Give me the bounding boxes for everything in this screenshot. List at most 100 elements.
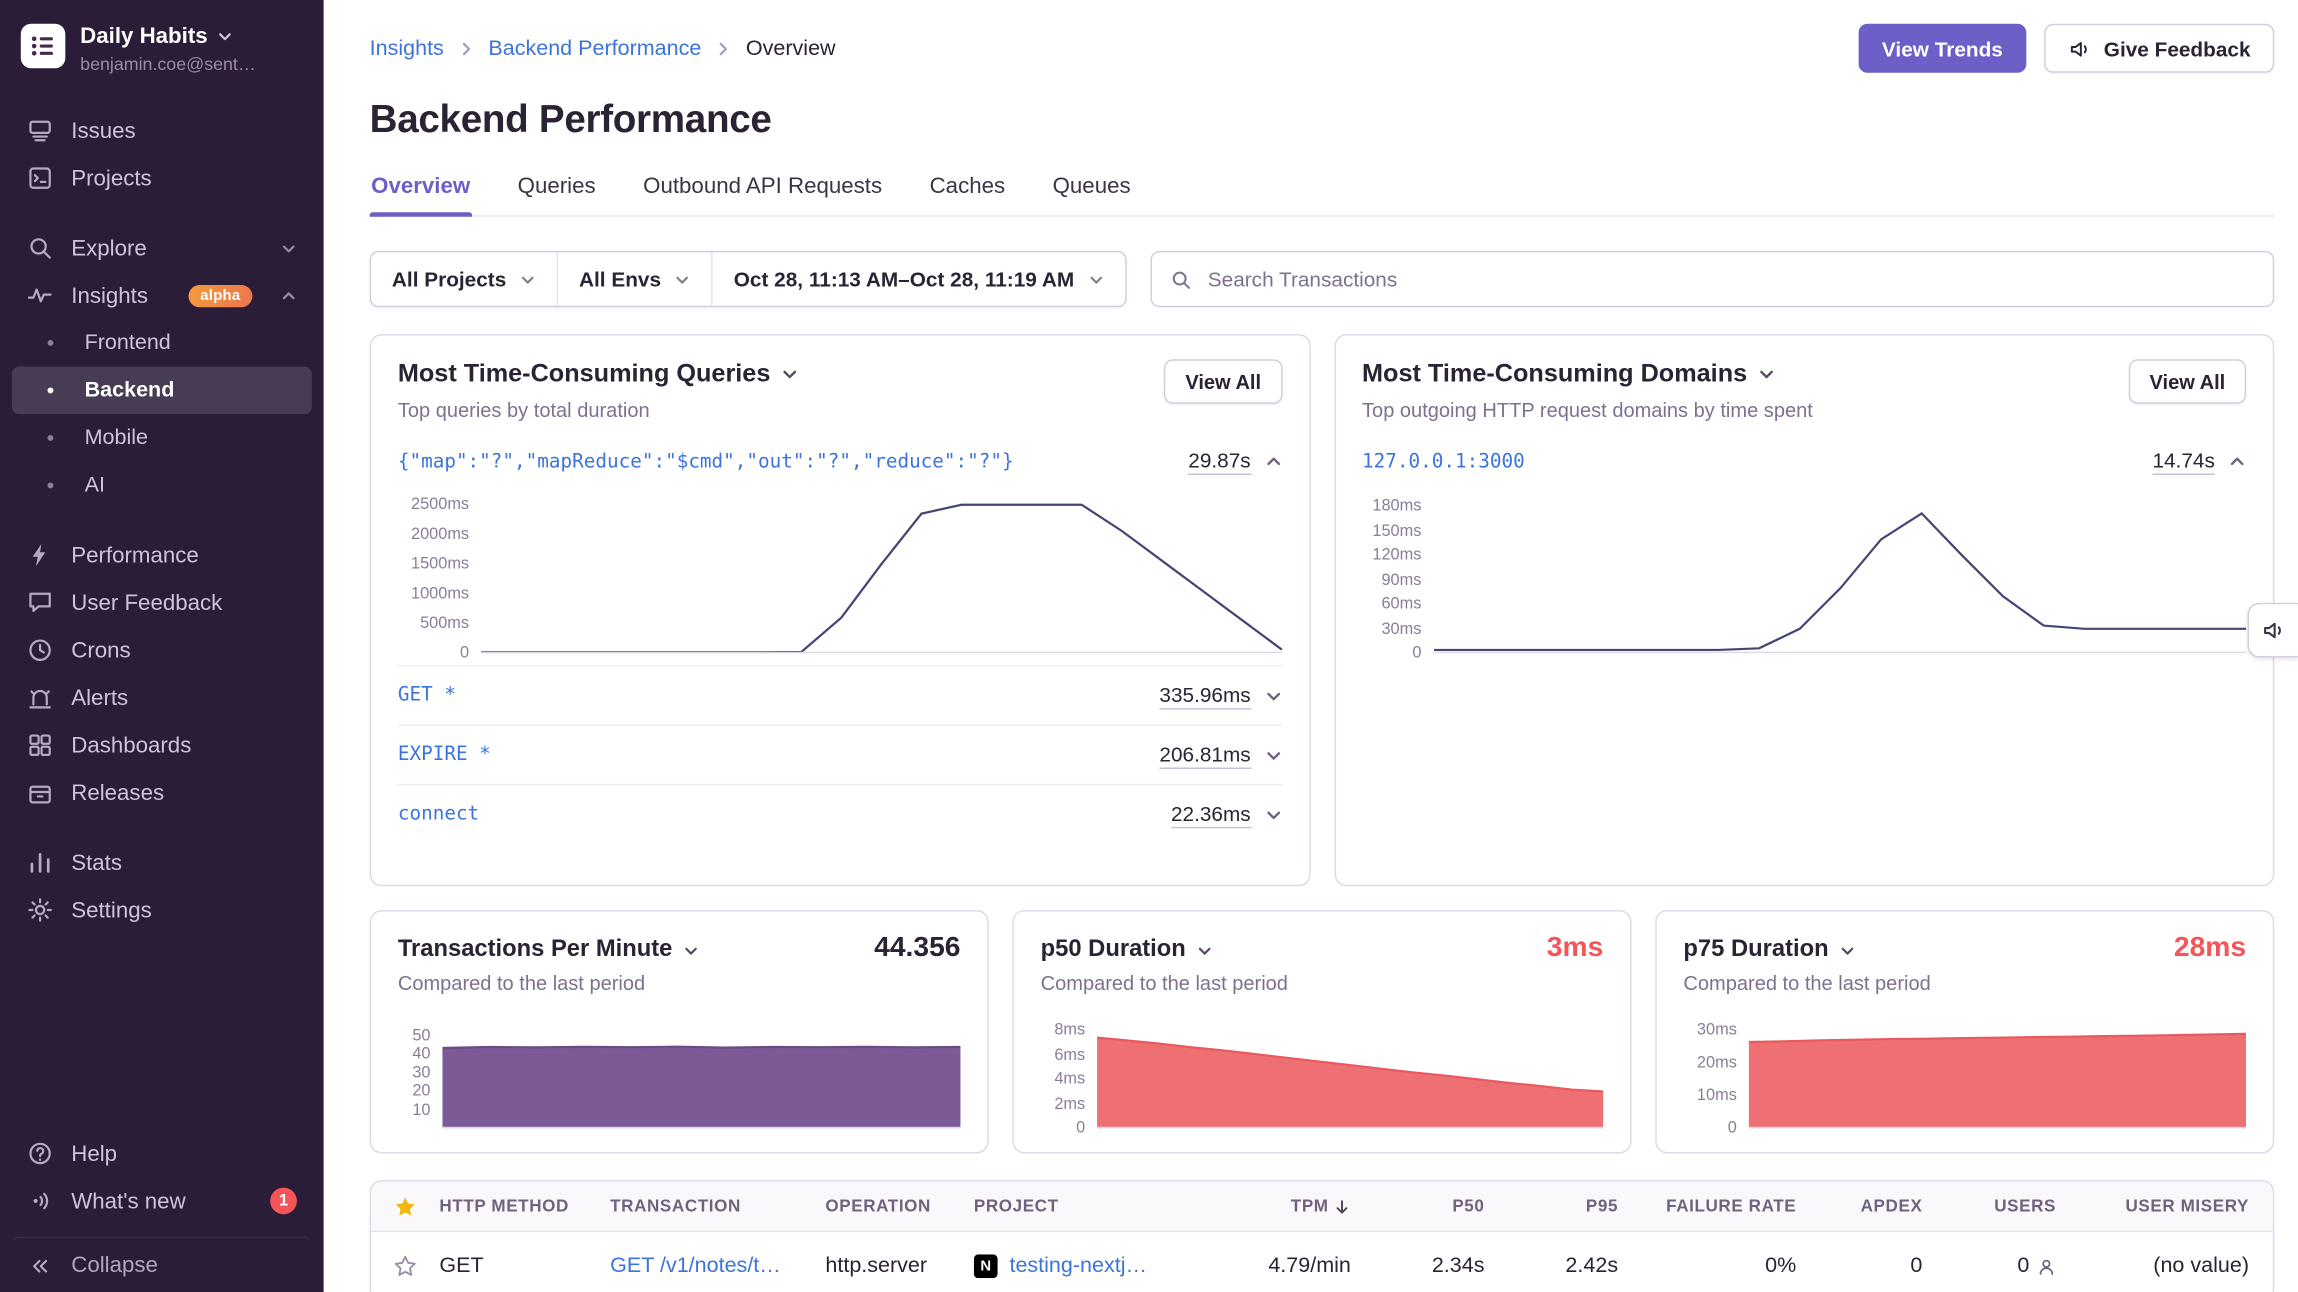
sidebar-item-insights[interactable]: Insights alpha: [12, 272, 312, 320]
query-link[interactable]: {"map":"?","mapReduce":"$cmd","out":"?",…: [398, 451, 1014, 473]
breadcrumb-backend-performance[interactable]: Backend Performance: [488, 36, 701, 60]
sidebar-item-dashboards[interactable]: Dashboards: [12, 721, 312, 769]
sidebar-item-mobile[interactable]: Mobile: [12, 414, 312, 462]
search-transactions[interactable]: [1150, 251, 2274, 307]
header-http-method[interactable]: HTTP METHOD: [439, 1197, 610, 1215]
tpm-chart: 5040302010: [398, 1036, 961, 1128]
query-row[interactable]: connect 22.36ms: [398, 784, 1282, 843]
issues-icon: [27, 117, 54, 144]
queries-view-all-button[interactable]: View All: [1165, 359, 1282, 404]
date-range-filter[interactable]: Oct 28, 11:13 AM–Oct 28, 11:19 AM: [711, 252, 1124, 305]
domains-panel-title[interactable]: Most Time-Consuming Domains: [1362, 359, 1813, 389]
feedback-edge-button[interactable]: [2248, 603, 2298, 658]
header-users[interactable]: USERS: [1946, 1197, 2080, 1215]
tab-overview[interactable]: Overview: [370, 174, 472, 216]
query-row[interactable]: GET * 335.96ms: [398, 665, 1282, 724]
chevron-down-icon: [1758, 365, 1776, 383]
sidebar-item-projects[interactable]: Projects: [12, 154, 312, 202]
sidebar-item-user-feedback[interactable]: User Feedback: [12, 579, 312, 627]
tab-queues[interactable]: Queues: [1051, 174, 1132, 216]
project-link[interactable]: testing-nextj…: [1009, 1254, 1147, 1278]
sidebar-item-frontend[interactable]: Frontend: [12, 319, 312, 367]
p75-chart: 30ms20ms10ms0: [1683, 1030, 2246, 1128]
star-toggle-button[interactable]: [393, 1254, 417, 1278]
cell-users: 0: [1946, 1254, 2080, 1278]
project-avatar: N: [974, 1254, 998, 1278]
queries-panel-title-label: Most Time-Consuming Queries: [398, 359, 771, 389]
tab-caches[interactable]: Caches: [928, 174, 1006, 216]
sidebar-item-performance[interactable]: Performance: [12, 531, 312, 579]
header-failure-rate[interactable]: FAILURE RATE: [1642, 1197, 1820, 1215]
chevron-down-icon[interactable]: [1264, 687, 1282, 705]
give-feedback-button[interactable]: Give Feedback: [2044, 24, 2274, 73]
domains-view-all-button[interactable]: View All: [2129, 359, 2246, 404]
domain-link[interactable]: 127.0.0.1:3000: [1362, 451, 1525, 473]
chevron-down-icon: [683, 942, 699, 958]
query-link[interactable]: EXPIRE *: [398, 744, 491, 766]
tab-queries[interactable]: Queries: [516, 174, 597, 216]
sidebar-item-alerts[interactable]: Alerts: [12, 674, 312, 722]
sidebar-item-backend[interactable]: Backend: [12, 367, 312, 415]
header-operation[interactable]: OPERATION: [825, 1197, 973, 1215]
tab-outbound-api-requests[interactable]: Outbound API Requests: [642, 174, 884, 216]
query-row[interactable]: EXPIRE * 206.81ms: [398, 724, 1282, 783]
siren-icon: [27, 684, 54, 711]
sidebar-item-label: Frontend: [85, 331, 171, 355]
chevron-down-icon: [217, 28, 233, 44]
sidebar-item-label: Performance: [71, 543, 198, 568]
archive-box-icon: [27, 779, 54, 806]
chevron-right-icon: [715, 39, 733, 57]
tpm-card-title-label: Transactions Per Minute: [398, 937, 673, 964]
sidebar-item-crons[interactable]: Crons: [12, 626, 312, 674]
environments-filter[interactable]: All Envs: [557, 252, 712, 305]
header-apdex[interactable]: APDEX: [1820, 1197, 1946, 1215]
star-header[interactable]: [371, 1194, 439, 1218]
search-input[interactable]: [1205, 266, 2255, 293]
tpm-card-title[interactable]: Transactions Per Minute: [398, 937, 699, 964]
chevron-up-icon[interactable]: [1264, 453, 1282, 471]
header-user-misery[interactable]: USER MISERY: [2080, 1197, 2273, 1215]
star-filled-icon: [393, 1194, 417, 1218]
sidebar-item-stats[interactable]: Stats: [12, 839, 312, 887]
org-switcher[interactable]: Daily Habits benjamin.coe@sent…: [12, 21, 312, 77]
sidebar-item-issues[interactable]: Issues: [12, 107, 312, 155]
queries-panel-title[interactable]: Most Time-Consuming Queries: [398, 359, 799, 389]
sidebar-item-settings[interactable]: Settings: [12, 886, 312, 934]
query-link[interactable]: connect: [398, 803, 479, 825]
view-trends-button[interactable]: View Trends: [1858, 24, 2026, 73]
p50-card-title-label: p50 Duration: [1041, 937, 1186, 964]
breadcrumb-insights[interactable]: Insights: [370, 36, 444, 60]
sidebar-item-explore[interactable]: Explore: [12, 224, 312, 272]
chevron-down-icon[interactable]: [1264, 746, 1282, 764]
domain-row-expanded[interactable]: 127.0.0.1:3000 14.74s: [1362, 436, 2246, 486]
p50-card-title[interactable]: p50 Duration: [1041, 937, 1213, 964]
header-tpm-sorted[interactable]: TPM: [1211, 1197, 1374, 1215]
header-p50[interactable]: P50: [1375, 1197, 1509, 1215]
projects-filter[interactable]: All Projects: [371, 252, 557, 305]
cell-apdex: 0: [1820, 1254, 1946, 1278]
chevron-down-icon[interactable]: [1264, 805, 1282, 823]
sidebar-item-ai[interactable]: AI: [12, 462, 312, 510]
chevron-down-icon: [1839, 942, 1855, 958]
query-link[interactable]: GET *: [398, 684, 456, 706]
p75-card-title[interactable]: p75 Duration: [1683, 937, 1855, 964]
header-transaction[interactable]: TRANSACTION: [610, 1197, 825, 1215]
query-row-expanded[interactable]: {"map":"?","mapReduce":"$cmd","out":"?",…: [398, 436, 1282, 486]
header-p95[interactable]: P95: [1508, 1197, 1642, 1215]
tpm-card: Transactions Per Minute 44.356 Compared …: [370, 910, 989, 1153]
transaction-link[interactable]: GET /v1/notes/t…: [610, 1254, 781, 1278]
sidebar-bottom: Help What's new 1 Collapse: [12, 1130, 312, 1284]
sidebar-item-help[interactable]: Help: [12, 1130, 312, 1178]
sidebar-collapse-button[interactable]: Collapse: [12, 1237, 312, 1285]
sidebar-item-label: Projects: [71, 166, 151, 191]
chevron-down-icon: [281, 240, 297, 256]
sidebar-item-label: Settings: [71, 897, 151, 922]
header-project[interactable]: PROJECT: [974, 1197, 1212, 1215]
query-duration: 22.36ms: [1171, 801, 1251, 828]
gear-icon: [27, 897, 54, 924]
cell-user-misery: (no value): [2080, 1254, 2273, 1278]
chevron-up-icon[interactable]: [2228, 453, 2246, 471]
sidebar-item-label: Dashboards: [71, 733, 191, 758]
sidebar-item-releases[interactable]: Releases: [12, 769, 312, 817]
sidebar-item-whats-new[interactable]: What's new 1: [12, 1177, 312, 1225]
